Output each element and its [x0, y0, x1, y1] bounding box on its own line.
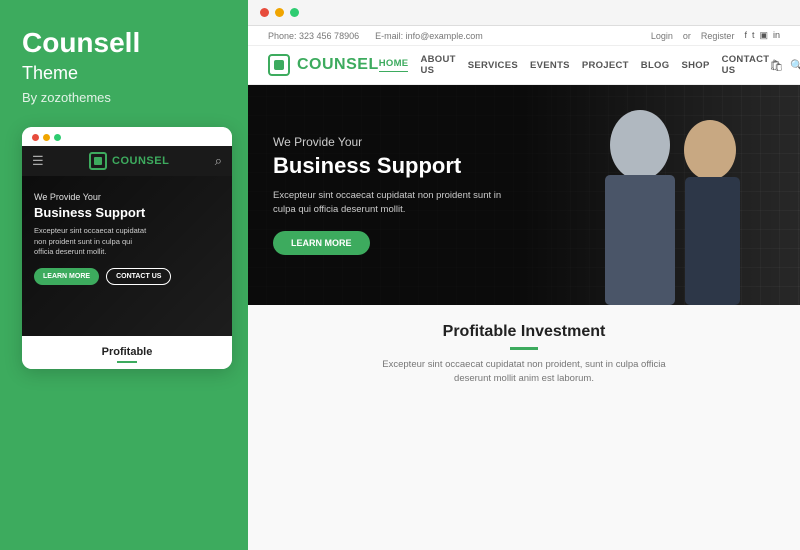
mobile-hero-subtitle: We Provide Your: [34, 192, 220, 202]
nav-item-services[interactable]: SERVICES: [468, 60, 518, 71]
nav-item-blog[interactable]: BLOG: [641, 60, 670, 71]
logo-text: COUNSEL: [297, 56, 379, 74]
site-nav: HOME ABOUT US SERVICES EVENTS PROJECT BL…: [379, 54, 770, 76]
hero-title: Business Support: [273, 153, 501, 179]
topbar-left: Phone: 323 456 78906 E-mail: info@exampl…: [268, 31, 483, 41]
site-logo: COUNSEL: [268, 54, 379, 76]
mobile-hero-buttons: LEARN MORE CONTACT US: [34, 268, 220, 285]
mobile-mockup: ☰ COUNSEL ⌕ We Provide Your Business Sup…: [22, 127, 232, 369]
mobile-search-icon[interactable]: ⌕: [215, 153, 222, 169]
hero-people: [496, 85, 800, 305]
mobile-top-bar: [22, 127, 232, 146]
bottom-heading: Profitable Investment: [268, 323, 780, 341]
topbar-email: E-mail: info@example.com: [375, 31, 483, 41]
nav-item-about[interactable]: ABOUT US: [420, 54, 455, 76]
hero-learn-more-button[interactable]: LEARN MORE: [273, 231, 370, 255]
search-icon[interactable]: 🔍: [790, 59, 800, 72]
mobile-logo-inner: [94, 157, 102, 165]
logo-main: COUN: [297, 56, 346, 73]
mobile-hero: We Provide Your Business Support Excepte…: [22, 176, 232, 336]
mobile-logo-text: COUNSEL: [112, 155, 169, 167]
topbar-or: or: [683, 31, 691, 41]
mobile-bottom-underline: [117, 361, 137, 363]
bottom-desc: Excepteur sint occaecat cupidatat non pr…: [374, 358, 674, 387]
hamburger-icon[interactable]: ☰: [32, 153, 44, 169]
mobile-contact-button[interactable]: CONTACT US: [106, 268, 171, 285]
browser-dot-red[interactable]: [260, 8, 269, 17]
nav-icons: 🛍 🔍: [769, 59, 800, 72]
mobile-hero-content: We Provide Your Business Support Excepte…: [34, 192, 220, 285]
linkedin-icon[interactable]: in: [773, 30, 780, 41]
mobile-dot-yellow: [43, 134, 50, 141]
hero-pre-title: We Provide Your: [273, 135, 501, 149]
mobile-logo-accent: SEL: [146, 155, 169, 167]
mobile-hero-title: Business Support: [34, 205, 220, 221]
site-bottom: Profitable Investment Excepteur sint occ…: [248, 305, 800, 550]
nav-item-home[interactable]: HOME: [379, 58, 409, 72]
mobile-learn-more-button[interactable]: LEARN MORE: [34, 268, 99, 285]
twitter-icon[interactable]: t: [752, 30, 755, 41]
hero-desc: Excepteur sint occaecat cupidatat non pr…: [273, 189, 501, 218]
nav-item-events[interactable]: EVENTS: [530, 60, 570, 71]
topbar-phone: Phone: 323 456 78906: [268, 31, 359, 41]
left-panel: Counsell Theme By zozothemes ☰ COUNSEL ⌕: [0, 0, 248, 550]
mobile-logo-box: [89, 152, 107, 170]
facebook-icon[interactable]: f: [744, 30, 747, 41]
instagram-icon[interactable]: ▣: [759, 30, 768, 41]
topbar-login[interactable]: Login: [651, 31, 673, 41]
theme-title: Counsell: [22, 28, 140, 59]
topbar-right: Login or Register f t ▣ in: [651, 30, 780, 41]
logo-accent: SEL: [346, 56, 379, 73]
nav-item-project[interactable]: PROJECT: [582, 60, 629, 71]
site-navbar: COUNSEL HOME ABOUT US SERVICES EVENTS PR…: [248, 46, 800, 85]
mobile-dots: [32, 134, 61, 141]
people-illustration: [500, 85, 800, 305]
theme-author: By zozothemes: [22, 90, 111, 105]
browser-dot-green[interactable]: [290, 8, 299, 17]
logo-box-inner: [274, 60, 284, 70]
right-panel: Phone: 323 456 78906 E-mail: info@exampl…: [248, 0, 800, 550]
mobile-bottom-section: Profitable: [22, 336, 232, 369]
mobile-bottom-title: Profitable: [34, 346, 220, 358]
nav-item-contact[interactable]: CONTACT US: [722, 54, 770, 76]
hero-content: We Provide Your Business Support Excepte…: [248, 105, 526, 286]
mobile-dot-red: [32, 134, 39, 141]
cart-icon[interactable]: 🛍: [769, 59, 783, 72]
mobile-dot-green: [54, 134, 61, 141]
logo-box: [268, 54, 290, 76]
theme-subtitle: Theme: [22, 63, 78, 84]
browser-dot-yellow[interactable]: [275, 8, 284, 17]
mobile-logo-main: COUN: [112, 155, 146, 167]
site-hero: We Provide Your Business Support Excepte…: [248, 85, 800, 305]
mobile-nav-bar: ☰ COUNSEL ⌕: [22, 146, 232, 176]
mobile-hero-desc: Excepteur sint occaecat cupidatatnon pro…: [34, 226, 220, 258]
browser-chrome: [248, 0, 800, 26]
site-topbar: Phone: 323 456 78906 E-mail: info@exampl…: [248, 26, 800, 46]
bottom-underline: [510, 347, 538, 350]
nav-item-shop[interactable]: SHOP: [681, 60, 709, 71]
topbar-social: f t ▣ in: [744, 30, 780, 41]
mobile-logo: COUNSEL: [89, 152, 169, 170]
topbar-register[interactable]: Register: [701, 31, 735, 41]
